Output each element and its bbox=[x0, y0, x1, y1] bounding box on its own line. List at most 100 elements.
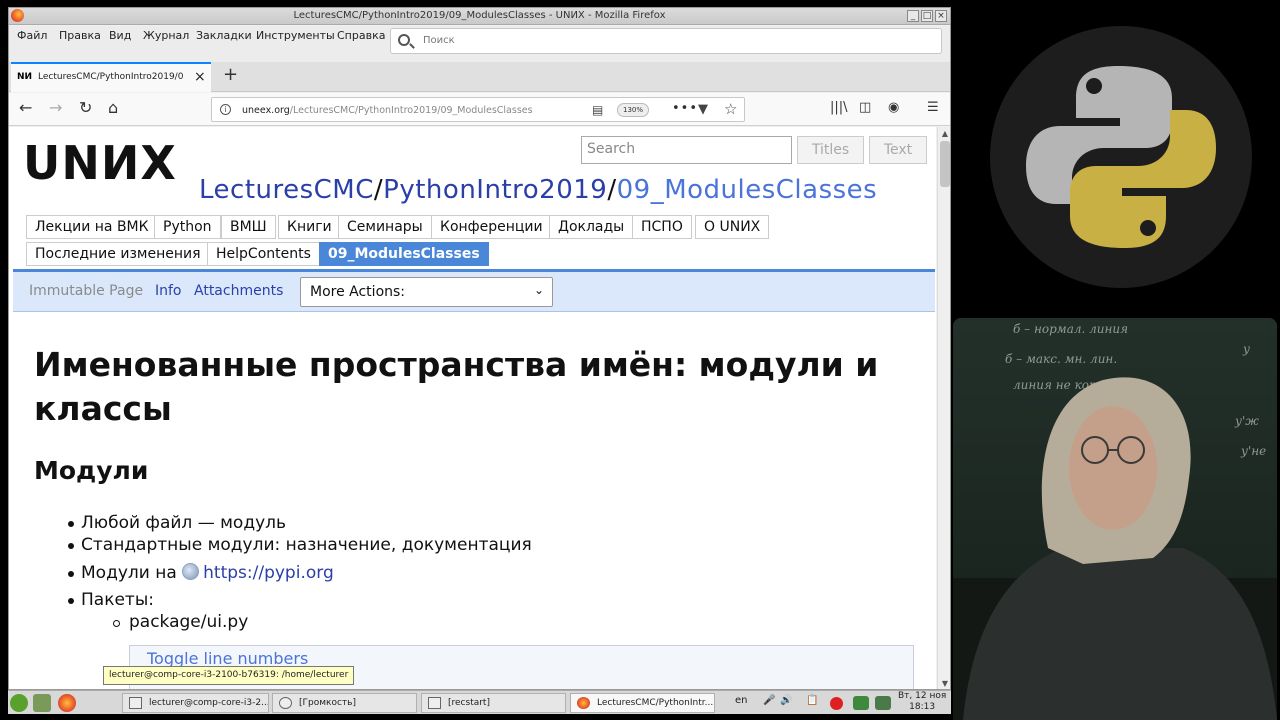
reload-icon[interactable]: ↻ bbox=[79, 98, 92, 117]
new-tab-button[interactable]: + bbox=[223, 64, 238, 85]
nav-tab-vmsh[interactable]: ВМШ bbox=[221, 215, 276, 239]
wiki-search-input[interactable]: Search bbox=[581, 136, 792, 164]
list-bullet bbox=[68, 521, 74, 527]
window-titlebar[interactable]: LecturesCMC/PythonIntro2019/09_ModulesCl… bbox=[9, 8, 950, 25]
task-label: lecturer@comp-core-i3-2... bbox=[149, 698, 269, 708]
list-item: Пакеты: bbox=[81, 590, 154, 610]
network-icon[interactable] bbox=[875, 696, 891, 710]
tab-label: LecturesCMC/PythonIntro2019/0 bbox=[38, 72, 184, 82]
section-heading: Модули bbox=[34, 456, 149, 485]
chevron-down-icon: ⌄ bbox=[533, 283, 544, 297]
hamburger-menu-icon[interactable]: ☰ bbox=[927, 100, 939, 115]
sub-list-item: package/ui.py bbox=[129, 612, 249, 632]
speaker-icon[interactable]: 🔊 bbox=[780, 695, 792, 706]
bookmark-star-icon[interactable]: ☆ bbox=[724, 100, 737, 118]
library-icon[interactable]: |||\ bbox=[830, 100, 848, 115]
page-action-bar: Immutable Page Info Attachments More Act… bbox=[13, 272, 935, 312]
keyboard-layout-indicator[interactable]: en bbox=[735, 695, 748, 706]
taskbar-volume[interactable]: [Громкость] bbox=[272, 693, 417, 713]
menubar: Файл Правка Вид Журнал Закладки Инструме… bbox=[9, 26, 950, 62]
terminal-tooltip: lecturer@comp-core-i3-2100-b76319: /home… bbox=[103, 666, 355, 685]
web-page: UNИX Search Titles Text LecturesCMC/Pyth… bbox=[9, 127, 936, 689]
scroll-down-icon[interactable]: ▼ bbox=[938, 677, 950, 689]
menu-help[interactable]: Справка bbox=[337, 29, 385, 42]
close-window-button[interactable]: × bbox=[935, 10, 947, 22]
site-info-icon[interactable]: i bbox=[220, 104, 231, 115]
account-icon[interactable]: ◉ bbox=[888, 100, 899, 115]
menu-view[interactable]: Вид bbox=[109, 29, 131, 42]
nav-tab-conferences[interactable]: Конференции bbox=[431, 215, 552, 239]
browser-search-placeholder: Поиск bbox=[423, 35, 455, 46]
text-button[interactable]: Text bbox=[869, 136, 927, 164]
monitor-icon[interactable] bbox=[853, 696, 869, 710]
globe-icon bbox=[182, 563, 200, 580]
nav-tab-lectures-vmk[interactable]: Лекции на ВМК bbox=[26, 215, 158, 239]
taskbar-recstart[interactable]: [recstart] bbox=[421, 693, 566, 713]
search-icon bbox=[398, 34, 410, 46]
sidebar-icon[interactable]: ◫ bbox=[859, 100, 871, 115]
nav-tab-talks[interactable]: Доклады bbox=[549, 215, 634, 239]
reader-view-icon[interactable]: ▤ bbox=[592, 103, 603, 117]
page-actions-menu-icon[interactable]: ••• bbox=[672, 101, 698, 116]
zoom-level-badge[interactable]: 130% bbox=[617, 103, 649, 117]
tab-close-icon[interactable]: × bbox=[194, 69, 206, 85]
url-host: uneex.org bbox=[242, 105, 290, 116]
vertical-scrollbar[interactable]: ▲ ▼ bbox=[937, 127, 950, 689]
navigation-toolbar: ← → ↻ ⌂ i uneex.org/LecturesCMC/PythonIn… bbox=[9, 93, 950, 126]
page-title: Именованные пространства имён: модули и … bbox=[34, 345, 879, 428]
menu-history[interactable]: Журнал bbox=[143, 29, 189, 42]
attachments-link[interactable]: Attachments bbox=[194, 283, 283, 299]
firefox-launcher-icon[interactable] bbox=[58, 694, 76, 712]
taskbar-firefox[interactable]: LecturesCMC/PythonIntr... bbox=[570, 693, 715, 713]
nav-tab-recent-changes[interactable]: Последние изменения bbox=[26, 242, 210, 266]
tab-strip: NИ LecturesCMC/PythonIntro2019/0 × + bbox=[9, 62, 950, 92]
lecturer-figure bbox=[963, 377, 1277, 720]
nav-tab-seminars[interactable]: Семинары bbox=[338, 215, 432, 239]
taskbar-terminal[interactable]: lecturer@comp-core-i3-2... bbox=[122, 693, 269, 713]
more-actions-select[interactable]: More Actions: ⌄ bbox=[300, 277, 553, 307]
info-link[interactable]: Info bbox=[155, 283, 182, 299]
start-menu-icon[interactable] bbox=[10, 694, 28, 712]
pypi-link[interactable]: https://pypi.org bbox=[203, 563, 334, 583]
url-bar[interactable]: i uneex.org/LecturesCMC/PythonIntro2019/… bbox=[211, 97, 745, 122]
list-item: Стандартные модули: назначение, документ… bbox=[81, 535, 532, 555]
nav-tab-books[interactable]: Книги bbox=[278, 215, 341, 239]
menu-edit[interactable]: Правка bbox=[59, 29, 101, 42]
firefox-window: LecturesCMC/PythonIntro2019/09_ModulesCl… bbox=[8, 7, 951, 690]
maximize-button[interactable]: □ bbox=[921, 10, 933, 22]
back-arrow-icon[interactable]: ← bbox=[19, 98, 32, 117]
nav-tab-current-page[interactable]: 09_ModulesClasses bbox=[319, 242, 489, 266]
task-label: [recstart] bbox=[448, 698, 490, 708]
more-actions-label: More Actions: bbox=[310, 284, 406, 300]
breadcrumb-lecturescmc[interactable]: LecturesCMC bbox=[199, 175, 374, 205]
minimize-button[interactable]: _ bbox=[907, 10, 919, 22]
nav-tab-about-unix[interactable]: О UNИX bbox=[695, 215, 770, 239]
python-logo-icon bbox=[1026, 66, 1216, 248]
scroll-up-icon[interactable]: ▲ bbox=[938, 127, 950, 141]
tab-lectures[interactable]: NИ LecturesCMC/PythonIntro2019/0 × bbox=[11, 62, 211, 92]
terminal-icon bbox=[129, 697, 142, 709]
clipboard-icon[interactable]: 📋 bbox=[806, 695, 818, 706]
titles-button[interactable]: Titles bbox=[797, 136, 864, 164]
breadcrumb-pythonintro2019[interactable]: PythonIntro2019 bbox=[383, 175, 607, 205]
browser-search-field[interactable]: Поиск bbox=[390, 28, 942, 54]
file-manager-icon[interactable] bbox=[33, 694, 51, 712]
home-icon[interactable]: ⌂ bbox=[108, 98, 118, 117]
microphone-icon[interactable]: 🎤 bbox=[763, 695, 775, 706]
site-logo[interactable]: UNИX bbox=[23, 136, 177, 190]
forward-arrow-icon[interactable]: → bbox=[49, 98, 62, 117]
pocket-icon[interactable]: ▼ bbox=[698, 102, 708, 117]
nav-tab-helpcontents[interactable]: HelpContents bbox=[207, 242, 320, 266]
menu-file[interactable]: Файл bbox=[17, 29, 47, 42]
list-item-text: Модули на bbox=[81, 563, 177, 583]
nav-tab-python[interactable]: Python bbox=[154, 215, 221, 239]
menu-tools[interactable]: Инструменты bbox=[256, 29, 335, 42]
lecturer-video: б – нормал. линия б – макс. мн. лин. лин… bbox=[953, 318, 1277, 720]
record-icon[interactable] bbox=[830, 697, 843, 710]
window-icon bbox=[428, 697, 441, 709]
nav-tab-pspo[interactable]: ПСПО bbox=[632, 215, 692, 239]
scrollbar-thumb[interactable] bbox=[940, 141, 950, 187]
clock[interactable]: Вт, 12 ноя 18:13 bbox=[898, 691, 946, 713]
menu-bookmarks[interactable]: Закладки bbox=[196, 29, 252, 42]
breadcrumb-current[interactable]: 09_ModulesClasses bbox=[617, 175, 878, 205]
